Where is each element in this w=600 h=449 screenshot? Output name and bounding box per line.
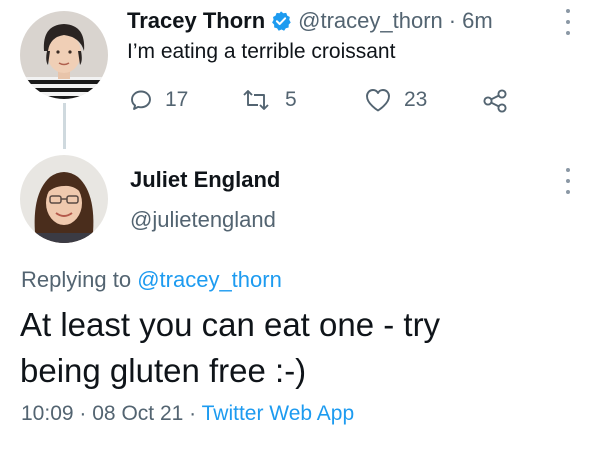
reply-author-handle[interactable]: @julietengland xyxy=(130,207,276,233)
thread-connector-line xyxy=(63,103,66,149)
retweet-action[interactable]: 5 xyxy=(241,85,297,115)
tweet-text: I’m eating a terrible croissant xyxy=(127,40,396,63)
tweet-meta-separator: · xyxy=(448,8,457,33)
tweet-author-name[interactable]: Tracey Thorn xyxy=(127,8,265,34)
avatar-tracey-thorn[interactable] xyxy=(20,11,108,99)
tweet-author-handle[interactable]: @tracey_thorn xyxy=(298,8,443,34)
replying-to-handle-link[interactable]: @tracey_thorn xyxy=(137,267,282,292)
reply-text-line-1: At least you can eat one - try xyxy=(20,306,441,343)
reply-count: 17 xyxy=(165,88,189,111)
tweet-timestamp[interactable]: 6m xyxy=(462,8,493,34)
retweet-icon xyxy=(241,88,271,112)
reply-meta-separator-2: · xyxy=(189,402,197,425)
reply-author-name[interactable]: Juliet England xyxy=(130,167,280,193)
like-count: 23 xyxy=(404,88,428,111)
reply-source-link[interactable]: Twitter Web App xyxy=(202,402,355,425)
verified-badge-icon xyxy=(270,10,292,32)
heart-icon xyxy=(364,87,392,113)
reply-meta-separator: · xyxy=(79,402,87,425)
like-action[interactable]: 23 xyxy=(364,85,427,115)
reply-action[interactable]: 17 xyxy=(129,85,188,115)
replying-to-label: Replying to xyxy=(21,267,132,292)
reply-more-options-icon[interactable] xyxy=(563,168,573,194)
share-action[interactable] xyxy=(482,86,508,116)
share-icon xyxy=(482,88,508,114)
retweet-count: 5 xyxy=(285,88,297,111)
tweet-more-options-icon[interactable] xyxy=(563,9,573,35)
reply-icon xyxy=(129,88,153,112)
reply-date[interactable]: 08 Oct 21 xyxy=(92,402,183,425)
avatar-juliet-england[interactable] xyxy=(20,155,108,243)
reply-text-line-2: being gluten free :-) xyxy=(20,352,307,389)
reply-time[interactable]: 10:09 xyxy=(21,402,74,425)
